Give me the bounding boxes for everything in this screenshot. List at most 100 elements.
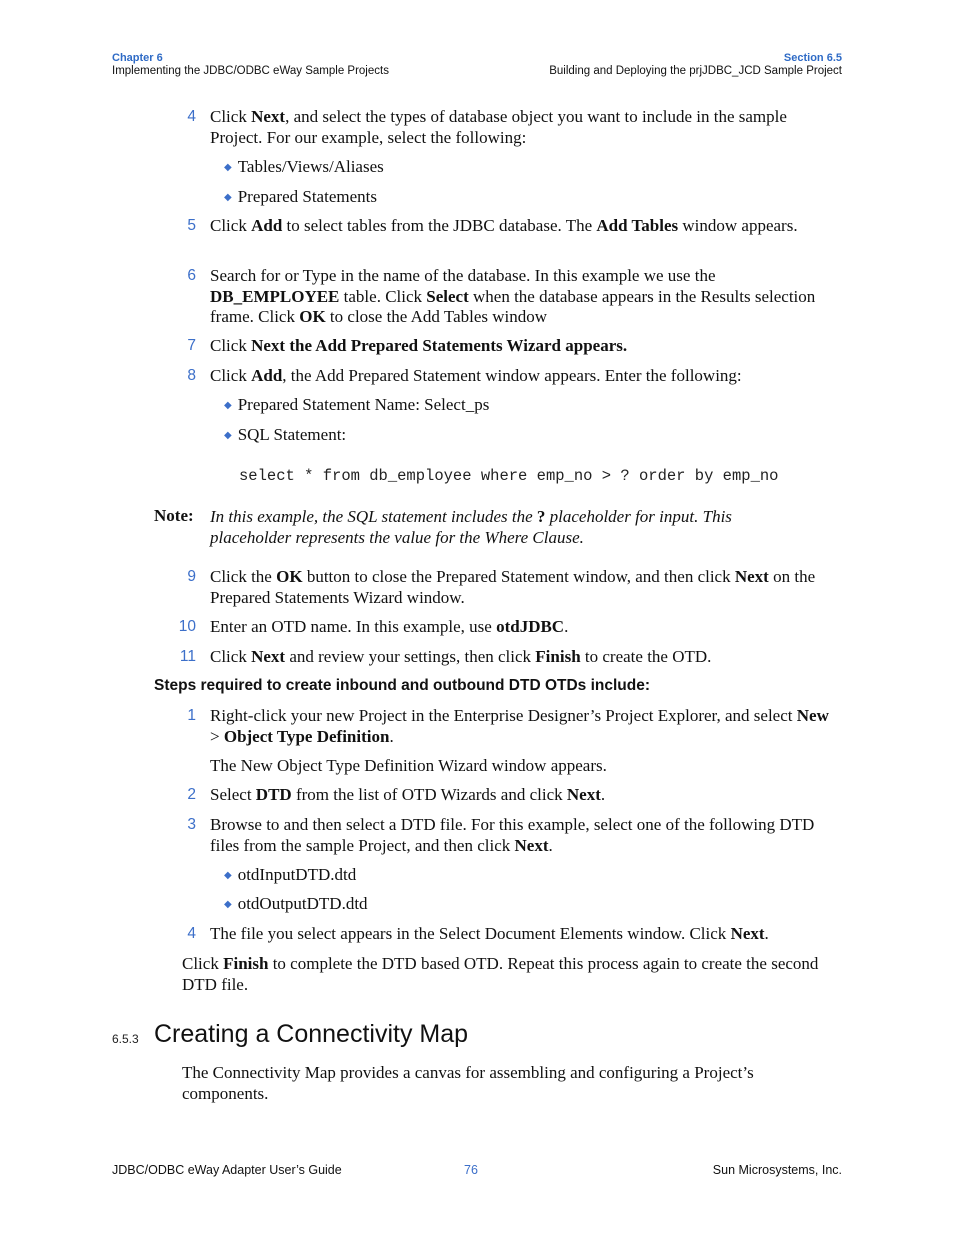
body-text: Right-click your new Project in the Ente… — [210, 706, 797, 725]
body-text: Click — [182, 954, 224, 973]
subheading: Steps required to create inbound and out… — [154, 677, 651, 694]
chapter-label: Chapter 6 — [112, 52, 163, 64]
emphasis-text: Add — [251, 366, 283, 385]
body-text: > — [210, 726, 224, 746]
step-number: 3 — [187, 816, 196, 833]
emphasis-text: OK — [276, 567, 303, 586]
emphasis-text: Next — [566, 785, 601, 804]
step-item: 4 The file you select appears in the Sele… — [176, 924, 836, 945]
step-item: 5 Click Add to select tables from the JDB… — [176, 216, 836, 237]
body-text: window appears. — [678, 216, 798, 235]
body-text: . — [389, 726, 394, 746]
step-number: 6 — [187, 267, 196, 284]
running-header-right: Section 6.5 Building and Deploying the p… — [549, 52, 842, 78]
step-item: 8 Click Add, the Add Prepared Statement w… — [176, 366, 836, 387]
emphasis-text: Next — [251, 647, 286, 666]
body-text: Browse to and then select a DTD file. Fo… — [210, 815, 815, 855]
section-heading: Creating a Connectivity Map — [154, 1020, 469, 1048]
body-text: Click — [210, 107, 252, 126]
section-number: 6.5.3 — [112, 1032, 139, 1046]
step-item: 11 Click Next and review your settings, t… — [176, 647, 836, 668]
footer-company: Sun Microsystems, Inc. — [712, 1163, 842, 1177]
emphasis-text: Next — [251, 107, 286, 126]
body-text: Enter an OTD name. In this example, use — [210, 617, 497, 636]
emphasis-text: DB_EMPLOYEE — [210, 286, 340, 306]
step-item: 10 Enter an OTD name. In this example, us… — [176, 617, 836, 638]
step-text: Click Add, the Add Prepared Statement wi… — [210, 366, 836, 387]
note-text: In this example, the SQL statement inclu… — [210, 507, 732, 547]
step-text: Right-click your new Project in the Ente… — [210, 706, 836, 747]
emphasis-text: Add Tables — [596, 216, 679, 235]
step-text: Click Next and review your settings, the… — [210, 647, 836, 668]
bullet-icon: ◆ — [224, 899, 232, 910]
body-text: . — [564, 617, 569, 636]
chapter-title: Implementing the JDBC/ODBC eWay Sample P… — [112, 65, 389, 77]
note-label: Note: — [154, 506, 194, 525]
step-number: 4 — [187, 925, 196, 942]
body-text: Click — [210, 647, 252, 666]
emphasis-text: Finish — [223, 954, 269, 973]
bullet-item: ◆ SQL Statement: — [224, 425, 347, 444]
step-number: 9 — [187, 568, 196, 585]
sql-code-block: select * from db_employee where emp_no >… — [239, 467, 779, 485]
body-text: to close the Add Tables window — [325, 307, 548, 326]
step-number: 7 — [187, 337, 196, 354]
body-text: button to close the Prepared Statement w… — [302, 567, 735, 586]
body-text: to create the OTD. — [580, 647, 712, 666]
step-followup-text: The New Object Type Definition Wizard wi… — [210, 756, 607, 775]
section-label: Section 6.5 — [783, 52, 842, 64]
section-body: The Connectivity Map provides a canvas f… — [182, 1063, 754, 1103]
body-text: . — [548, 835, 553, 855]
body-text: Click the — [210, 567, 277, 586]
step-text: Browse to and then select a DTD file. Fo… — [210, 815, 836, 856]
step-item: 1 Right-click your new Project in the Ent… — [176, 706, 836, 747]
running-header-left: Chapter 6 Implementing the JDBC/ODBC eWa… — [112, 52, 389, 78]
bullet-item: ◆ Prepared Statement Name: Select_ps — [224, 395, 490, 414]
bullet-icon: ◆ — [224, 870, 232, 881]
bullet-icon: ◆ — [224, 192, 232, 203]
body-text: Click — [210, 216, 252, 235]
step-item: 7 Click Next the Add Prepared Statements … — [176, 336, 836, 357]
emphasis-text: Add — [251, 216, 283, 235]
step-number: 5 — [187, 217, 196, 234]
step-number: 4 — [187, 108, 196, 125]
body-text: , the Add Prepared Statement window appe… — [282, 366, 742, 385]
emphasis-text: Select — [426, 286, 469, 306]
step-number: 2 — [187, 786, 196, 803]
body-text: Click — [210, 366, 252, 385]
step-item: 4 Click Next, and select the types of dat… — [176, 107, 836, 148]
body-text: The file you select appears in the Selec… — [210, 924, 731, 943]
body-text: , and select the types of database objec… — [210, 107, 787, 147]
step-text: Click Add to select tables from the JDBC… — [210, 216, 836, 237]
step-text: Search for or Type in the name of the da… — [210, 266, 836, 328]
finish-paragraph: Click Finish to complete the DTD based O… — [182, 954, 832, 995]
step-item: 2 Select DTD from the list of OTD Wizards… — [176, 785, 836, 806]
emphasis-text: Next — [514, 835, 549, 855]
body-text: table. Click — [339, 286, 427, 306]
body-text: to select tables from the JDBC database.… — [282, 216, 597, 235]
body-text: . — [600, 785, 606, 804]
bullet-icon: ◆ — [224, 430, 232, 441]
step-number: 10 — [178, 618, 196, 635]
step-number: 11 — [179, 648, 196, 665]
body-text: Select — [210, 785, 256, 804]
body-text: from the list of OTD Wizards and click — [291, 785, 567, 804]
bullet-item: ◆ otdOutputDTD.dtd — [224, 894, 368, 913]
bullet-item: ◆ Tables/Views/Aliases — [224, 157, 384, 176]
emphasis-text: otdJDBC — [496, 617, 565, 636]
emphasis-text: Finish — [535, 647, 581, 666]
step-text: The file you select appears in the Selec… — [210, 924, 836, 945]
body-text: and review your settings, then click — [285, 647, 536, 666]
page-number: 76 — [464, 1163, 478, 1177]
body-text: . — [764, 924, 769, 943]
step-item: 6 Search for or Type in the name of the d… — [176, 266, 836, 328]
emphasis-text: DTD — [255, 785, 292, 804]
emphasis-text: Next — [730, 924, 765, 943]
body-text: Search for or Type in the name of the da… — [210, 266, 716, 285]
step-item: 3 Browse to and then select a DTD file. F… — [176, 815, 836, 856]
step-text: Click the OK button to close the Prepare… — [210, 567, 836, 608]
step-text: Click Next, and select the types of data… — [210, 107, 836, 148]
body-text: Click — [210, 336, 252, 355]
emphasis-text: New — [796, 706, 829, 725]
section-title: Building and Deploying the prjJDBC_JCD S… — [549, 65, 842, 77]
